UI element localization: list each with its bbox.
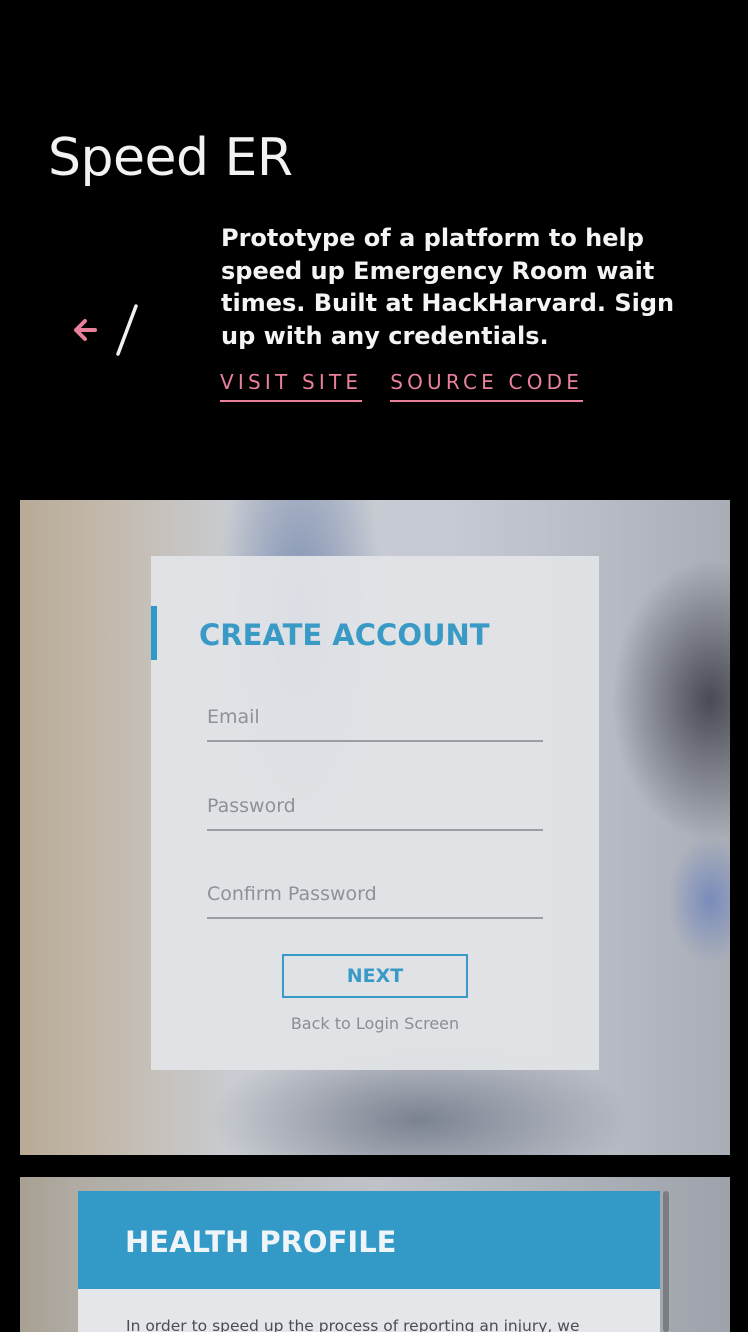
project-links: VISIT SITE SOURCE CODE xyxy=(220,370,584,402)
password-field[interactable] xyxy=(207,791,543,831)
project-description: Prototype of a platform to help speed up… xyxy=(221,224,675,350)
page-title: Speed ER xyxy=(48,128,293,188)
separator-slash xyxy=(112,302,140,358)
next-button[interactable]: NEXT xyxy=(282,954,468,998)
health-profile-text: In order to speed up the process of repo… xyxy=(126,1317,580,1332)
back-to-login-link[interactable]: Back to Login Screen xyxy=(151,1014,599,1033)
create-account-card: CREATE ACCOUNT NEXT Back to Login Screen xyxy=(151,556,599,1070)
health-profile-title: HEALTH PROFILE xyxy=(125,1225,397,1259)
arrow-left-icon[interactable] xyxy=(72,317,98,343)
scrollbar[interactable] xyxy=(663,1191,669,1332)
email-field[interactable] xyxy=(207,702,543,742)
confirm-password-field[interactable] xyxy=(207,879,543,919)
card-title: CREATE ACCOUNT xyxy=(199,618,490,652)
source-code-link[interactable]: SOURCE CODE xyxy=(390,370,584,402)
screenshot-health-profile: HEALTH PROFILE In order to speed up the … xyxy=(20,1177,730,1332)
project-nav xyxy=(72,300,140,360)
health-profile-header: HEALTH PROFILE xyxy=(78,1191,660,1289)
card-accent-bar xyxy=(151,606,157,660)
health-profile-card: HEALTH PROFILE In order to speed up the … xyxy=(78,1191,660,1332)
visit-site-link[interactable]: VISIT SITE xyxy=(220,370,363,402)
screenshot-create-account: CREATE ACCOUNT NEXT Back to Login Screen xyxy=(20,500,730,1155)
